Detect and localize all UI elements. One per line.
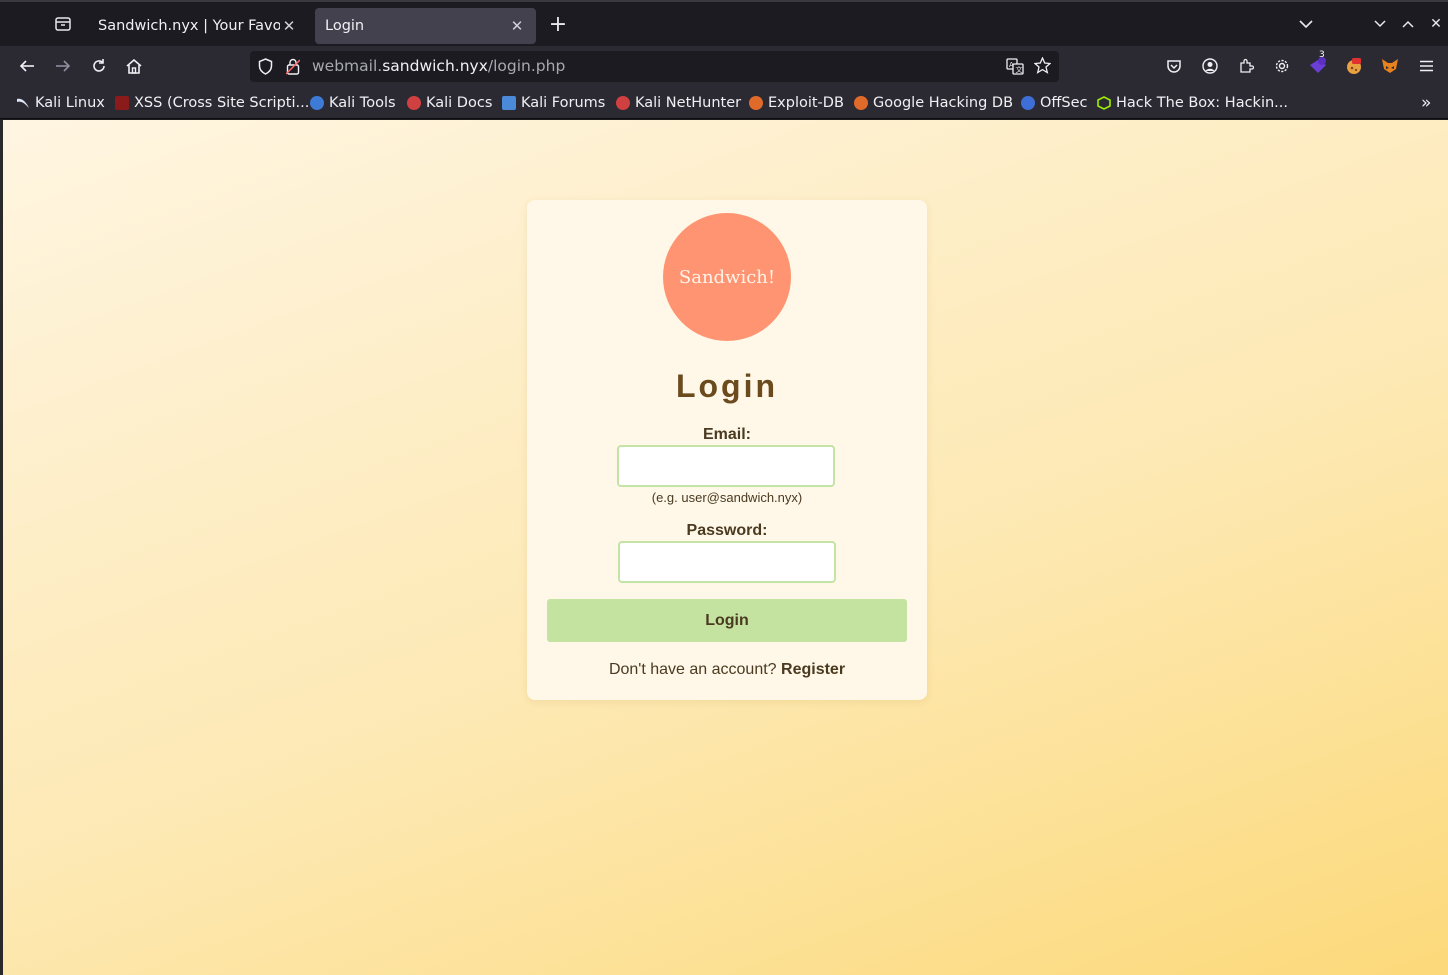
- tab-title: Login: [325, 18, 365, 34]
- extension-purple-icon[interactable]: 3: [1305, 50, 1331, 78]
- bookmark-label: Kali Docs: [426, 95, 493, 111]
- svg-text:文: 文: [1016, 65, 1023, 74]
- settings-gear-icon[interactable]: [1269, 54, 1295, 78]
- register-link[interactable]: Register: [781, 661, 845, 678]
- bookmark-label: Google Hacking DB: [873, 95, 1014, 111]
- register-prompt: Don't have an account? Register: [527, 661, 927, 679]
- tracking-shield-icon[interactable]: [258, 58, 273, 79]
- window-close-icon[interactable]: ✕: [1424, 12, 1448, 36]
- bookmark-label: Kali NetHunter: [635, 95, 742, 111]
- sandwich-logo: Sandwich!: [663, 213, 791, 341]
- bookmark-label: Exploit-DB: [768, 95, 844, 111]
- page-title: Login: [675, 368, 779, 404]
- kali-dragon-icon: [16, 96, 30, 110]
- bookmark-kali-tools[interactable]: Kali Tools: [310, 93, 396, 113]
- url-text[interactable]: webmail.sandwich.nyx/login.php: [312, 57, 565, 75]
- minimize-icon[interactable]: [1368, 12, 1392, 36]
- extension-badge: 3: [1319, 50, 1325, 60]
- pocket-icon[interactable]: [1161, 54, 1187, 78]
- email-field[interactable]: [617, 445, 835, 487]
- bookmark-offsec[interactable]: OffSec: [1021, 93, 1088, 113]
- kali-forums-icon: [502, 96, 516, 110]
- email-label: Email:: [702, 426, 751, 443]
- insecure-lock-icon[interactable]: [285, 58, 301, 79]
- tab-sandwich-home[interactable]: Sandwich.nyx | Your Favori ✕: [88, 8, 308, 44]
- address-bar[interactable]: webmail.sandwich.nyx/login.php A文: [250, 51, 1059, 82]
- bookmark-label: OffSec: [1040, 95, 1088, 111]
- email-hint: (e.g. user@sandwich.nyx): [651, 490, 803, 505]
- menu-hamburger-icon[interactable]: [1413, 54, 1439, 78]
- bookmark-label: Kali Forums: [521, 95, 606, 111]
- url-path: /login.php: [487, 57, 566, 75]
- bookmark-star-icon[interactable]: [1033, 56, 1052, 78]
- bookmark-hack-the-box[interactable]: Hack The Box: Hackin...: [1097, 93, 1288, 113]
- forward-arrow-icon[interactable]: [50, 54, 76, 78]
- tab-login[interactable]: Login ✕: [315, 8, 536, 44]
- more-bookmarks-chevron-icon[interactable]: »: [1421, 93, 1431, 113]
- extension-fox-icon[interactable]: [1377, 54, 1403, 78]
- url-subdomain: webmail.: [312, 57, 383, 75]
- home-icon[interactable]: [121, 54, 147, 78]
- maximize-icon[interactable]: [1396, 12, 1420, 36]
- bookmark-label: XSS (Cross Site Scripti...: [134, 95, 310, 111]
- kali-tools-icon: [310, 96, 324, 110]
- svg-text:A: A: [1009, 61, 1014, 69]
- ghdb-icon: [854, 96, 868, 110]
- xss-icon: [115, 96, 129, 110]
- navigation-toolbar: webmail.sandwich.nyx/login.php A文 3: [0, 46, 1448, 86]
- new-tab-button[interactable]: +: [545, 10, 571, 38]
- bookmark-label: Hack The Box: Hackin...: [1116, 95, 1288, 111]
- hack-the-box-icon: [1097, 96, 1111, 110]
- bookmarks-toolbar: Kali Linux XSS (Cross Site Scripti... Ka…: [0, 86, 1448, 119]
- tab-bar: Sandwich.nyx | Your Favori ✕ Login ✕ + ✕: [0, 0, 1448, 46]
- tab-title: Sandwich.nyx | Your Favori: [98, 18, 280, 34]
- bookmark-exploit-db[interactable]: Exploit-DB: [749, 93, 844, 113]
- close-icon[interactable]: ✕: [508, 17, 526, 35]
- kali-docs-icon: [407, 96, 421, 110]
- url-domain: sandwich.nyx: [382, 57, 488, 75]
- exploit-db-icon: [749, 96, 763, 110]
- page-viewport: Sandwich! Login Email: (e.g. user@sandwi…: [3, 120, 1448, 975]
- reload-icon[interactable]: [86, 54, 112, 78]
- password-field[interactable]: [618, 541, 836, 583]
- logo-text: Sandwich!: [678, 266, 776, 288]
- bookmark-label: Kali Tools: [329, 95, 396, 111]
- list-all-tabs-icon[interactable]: [1294, 12, 1318, 36]
- close-icon[interactable]: ✕: [280, 17, 298, 35]
- translate-icon[interactable]: A文: [1006, 58, 1024, 79]
- bookmark-kali-docs[interactable]: Kali Docs: [407, 93, 492, 113]
- offsec-icon: [1021, 96, 1035, 110]
- bookmark-google-hacking-db[interactable]: Google Hacking DB: [854, 93, 1013, 113]
- register-prompt-text: Don't have an account?: [608, 661, 777, 678]
- bookmark-kali-forums[interactable]: Kali Forums: [502, 93, 605, 113]
- back-arrow-icon[interactable]: [14, 54, 40, 78]
- login-card: Sandwich! Login Email: (e.g. user@sandwi…: [527, 200, 927, 700]
- extensions-puzzle-icon[interactable]: [1233, 54, 1259, 78]
- account-icon[interactable]: [1197, 54, 1223, 78]
- bookmark-label: Kali Linux: [35, 95, 105, 111]
- login-button[interactable]: Login: [547, 599, 907, 642]
- kali-nethunter-icon: [616, 96, 630, 110]
- bookmark-kali-linux[interactable]: Kali Linux: [16, 93, 105, 113]
- bookmark-kali-nethunter[interactable]: Kali NetHunter: [616, 93, 741, 113]
- extension-cookie-icon[interactable]: [1341, 54, 1367, 78]
- password-label: Password:: [686, 522, 768, 539]
- tab-overview-icon[interactable]: [50, 12, 76, 36]
- bookmark-xss[interactable]: XSS (Cross Site Scripti...: [115, 93, 309, 113]
